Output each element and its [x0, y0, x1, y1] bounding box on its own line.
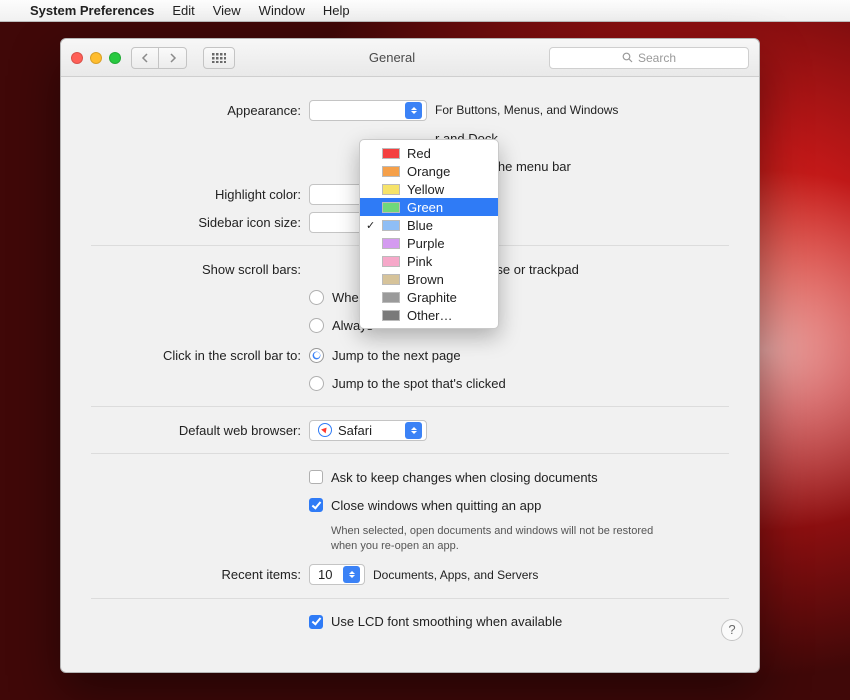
scroll-click-spot-radio[interactable]	[309, 376, 324, 391]
window-title: General	[245, 50, 539, 65]
scroll-click-label: Click in the scroll bar to:	[91, 348, 309, 363]
color-swatch	[382, 220, 400, 231]
safari-icon	[318, 423, 332, 437]
color-option-label: Orange	[407, 164, 450, 179]
menu-view[interactable]: View	[213, 3, 241, 18]
color-swatch	[382, 166, 400, 177]
ask-keep-changes-checkbox[interactable]	[309, 470, 323, 484]
color-option-label: Yellow	[407, 182, 444, 197]
color-swatch	[382, 238, 400, 249]
show-all-button[interactable]	[203, 47, 235, 69]
appearance-popup[interactable]	[309, 100, 427, 121]
search-input[interactable]: Search	[549, 47, 749, 69]
recent-items-note: Documents, Apps, and Servers	[373, 568, 538, 582]
system-menubar: System Preferences Edit View Window Help	[0, 0, 850, 22]
color-swatch	[382, 274, 400, 285]
color-swatch	[382, 310, 400, 321]
color-swatch	[382, 148, 400, 159]
color-option-graphite[interactable]: Graphite	[360, 288, 498, 306]
titlebar: General Search	[61, 39, 759, 77]
color-option-label: Other…	[407, 308, 453, 323]
scroll-click-spot-label: Jump to the spot that's clicked	[332, 376, 506, 391]
window-minimize-button[interactable]	[90, 52, 102, 64]
appearance-color-dropdown[interactable]: Red Orange Yellow Green ✓ Blue Purple Pink Brown…	[359, 139, 499, 329]
highlight-color-label: Highlight color:	[91, 187, 309, 202]
scrollbars-when-scrolling-radio[interactable]	[309, 290, 324, 305]
color-option-pink[interactable]: Pink	[360, 252, 498, 270]
color-option-other[interactable]: Other…	[360, 306, 498, 324]
close-windows-label: Close windows when quitting an app	[331, 498, 541, 513]
color-option-brown[interactable]: Brown	[360, 270, 498, 288]
scroll-click-next-page-label: Jump to the next page	[332, 348, 461, 363]
appearance-note: For Buttons, Menus, and Windows	[435, 103, 618, 117]
lcd-font-smoothing-label: Use LCD font smoothing when available	[331, 614, 562, 629]
color-option-label: Graphite	[407, 290, 457, 305]
scroll-click-next-page-radio[interactable]	[309, 348, 324, 363]
preferences-window: General Search Appearance: For Buttons, …	[60, 38, 760, 673]
recent-items-value: 10	[318, 567, 332, 582]
color-option-green[interactable]: Green	[360, 198, 498, 216]
menu-edit[interactable]: Edit	[172, 3, 194, 18]
color-option-red[interactable]: Red	[360, 144, 498, 162]
scrollbars-always-radio[interactable]	[309, 318, 324, 333]
color-option-purple[interactable]: Purple	[360, 234, 498, 252]
color-option-blue[interactable]: ✓ Blue	[360, 216, 498, 234]
menu-window[interactable]: Window	[259, 3, 305, 18]
window-zoom-button[interactable]	[109, 52, 121, 64]
nav-forward-button[interactable]	[159, 47, 187, 69]
color-swatch	[382, 256, 400, 267]
default-browser-popup[interactable]: Safari	[309, 420, 427, 441]
menu-help[interactable]: Help	[323, 3, 350, 18]
lcd-font-smoothing-checkbox[interactable]	[309, 615, 323, 629]
default-browser-value: Safari	[338, 423, 372, 438]
app-name-menu[interactable]: System Preferences	[30, 3, 154, 18]
ask-keep-changes-label: Ask to keep changes when closing documen…	[331, 470, 598, 485]
search-icon	[622, 52, 633, 63]
scrollbars-label: Show scroll bars:	[91, 262, 309, 277]
color-swatch	[382, 202, 400, 213]
recent-items-popup[interactable]: 10	[309, 564, 365, 585]
window-close-button[interactable]	[71, 52, 83, 64]
color-option-orange[interactable]: Orange	[360, 162, 498, 180]
color-swatch	[382, 184, 400, 195]
color-swatch	[382, 292, 400, 303]
recent-items-label: Recent items:	[91, 567, 309, 582]
appearance-label: Appearance:	[91, 103, 309, 118]
color-option-label: Brown	[407, 272, 444, 287]
color-option-label: Red	[407, 146, 431, 161]
sidebar-icon-size-label: Sidebar icon size:	[91, 215, 309, 230]
nav-back-button[interactable]	[131, 47, 159, 69]
default-browser-label: Default web browser:	[91, 423, 309, 438]
close-windows-checkbox[interactable]	[309, 498, 323, 512]
check-icon: ✓	[366, 219, 375, 232]
color-option-label: Pink	[407, 254, 432, 269]
help-button[interactable]: ?	[721, 619, 743, 641]
color-option-label: Purple	[407, 236, 445, 251]
search-placeholder: Search	[638, 51, 676, 65]
color-option-label: Green	[407, 200, 443, 215]
color-option-label: Blue	[407, 218, 433, 233]
color-option-yellow[interactable]: Yellow	[360, 180, 498, 198]
close-windows-help-text: When selected, open documents and window…	[331, 524, 661, 554]
